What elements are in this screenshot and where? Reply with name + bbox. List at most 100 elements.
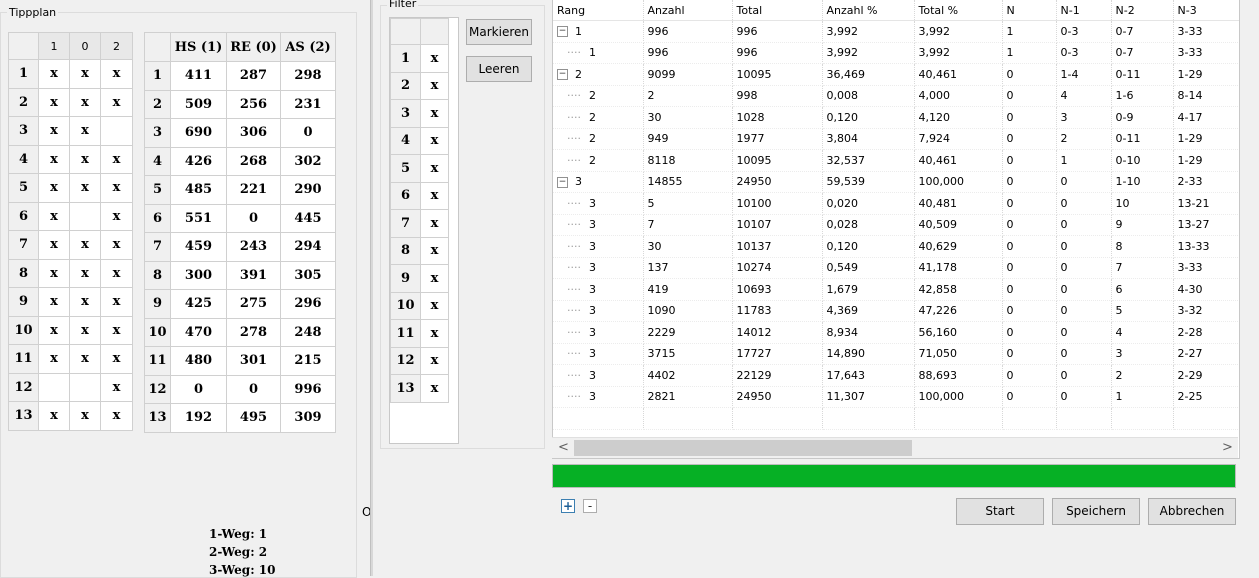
tree-child-row[interactable]: ···· 2 8118 10095 32,537 40,461 0 1 0-10 1-29 — [553, 149, 1239, 172]
tippplan-cell[interactable]: x — [100, 59, 133, 89]
collapse-node-icon[interactable]: − — [557, 69, 568, 81]
tree-child-row[interactable]: ···· 3 30 10137 0,120 40,629 0 0 8 13-33 — [553, 235, 1239, 258]
filter-cell[interactable]: x — [420, 181, 449, 210]
tippplan-cell[interactable]: x — [100, 173, 133, 203]
filter-cell[interactable]: x — [420, 99, 449, 128]
tree-child-row[interactable]: ···· 3 7 10107 0,028 40,509 0 0 9 13-27 — [553, 214, 1239, 236]
tippplan-cell[interactable]: x — [38, 344, 70, 374]
tippplan-cell[interactable] — [100, 116, 133, 146]
filter-cell[interactable]: x — [420, 236, 449, 265]
filter-cell[interactable]: x — [420, 346, 449, 375]
collapse-all-button[interactable]: - — [583, 499, 597, 513]
tippplan-cell[interactable]: x — [69, 258, 101, 288]
tree-column-header[interactable]: N-3 — [1173, 0, 1239, 21]
collapse-node-icon[interactable]: − — [557, 26, 568, 38]
collapse-node-icon[interactable]: − — [557, 176, 568, 188]
tree-child-row[interactable]: ···· 2 949 1977 3,804 7,924 0 2 0-11 1-29 — [553, 128, 1239, 150]
tippplan-cell[interactable]: x — [100, 87, 133, 117]
tree-node-label: 3 — [589, 282, 596, 296]
results-tree[interactable]: Rang Anzahl Total Anzahl % Total % N N-1 N-2 N-3… — [552, 0, 1240, 459]
tippplan-cell[interactable]: x — [100, 144, 133, 174]
tippplan-cell[interactable]: x — [38, 144, 70, 174]
tippplan-cell[interactable]: x — [69, 230, 101, 260]
filter-cell[interactable]: x — [420, 209, 449, 238]
tippplan-cell[interactable]: x — [38, 87, 70, 117]
tippplan-cell[interactable]: x — [38, 258, 70, 288]
tippplan-cell[interactable]: x — [69, 59, 101, 89]
tippplan-cell[interactable]: x — [38, 315, 70, 345]
tree-child-row[interactable]: ···· 3 2821 24950 11,307 100,000 0 0 1 2-25 — [553, 386, 1239, 408]
tree-child-row[interactable]: ···· 2 2 998 0,008 4,000 0 4 1-6 8-14 — [553, 85, 1239, 107]
filter-cell[interactable]: x — [420, 154, 449, 183]
filter-cell[interactable]: x — [420, 319, 449, 348]
scroll-thumb[interactable] — [574, 440, 912, 456]
tippplan-cell[interactable]: x — [69, 87, 101, 117]
tree-column-header[interactable]: Anzahl — [643, 0, 733, 21]
progress-bar — [552, 464, 1236, 488]
tree-child-row[interactable]: ···· 3 419 10693 1,679 42,858 0 0 6 4-30 — [553, 278, 1239, 301]
tree-group-row[interactable]: −3 14855 24950 59,539 100,000 0 0 1-10 2-33 — [553, 171, 1239, 193]
tippplan-cell[interactable]: x — [69, 173, 101, 203]
abbrechen-button[interactable]: Abbrechen — [1148, 498, 1236, 525]
tippplan-cell[interactable]: x — [38, 201, 70, 231]
tree-child-row[interactable]: ···· 3 4402 22129 17,643 88,693 0 0 2 2-29 — [553, 364, 1239, 387]
tree-group-row[interactable]: −2 9099 10095 36,469 40,461 0 1-4 0-11 1-29 — [553, 63, 1239, 86]
horizontal-scrollbar[interactable]: < > — [552, 437, 1238, 458]
tippplan-cell[interactable] — [69, 372, 101, 402]
filter-cell[interactable]: x — [420, 291, 449, 320]
tree-cell: 3-33 — [1173, 20, 1239, 43]
tippplan-cell[interactable]: x — [100, 230, 133, 260]
filter-cell[interactable]: x — [420, 126, 449, 155]
tree-column-header[interactable]: Total % — [914, 0, 1003, 21]
tippplan-cell[interactable]: x — [100, 401, 133, 431]
tippplan-cell[interactable]: x — [38, 287, 70, 317]
tippplan-cell[interactable]: x — [38, 230, 70, 260]
scroll-left-arrow[interactable]: < — [558, 440, 569, 455]
leeren-button[interactable]: Leeren — [466, 56, 532, 82]
tree-child-row[interactable]: ···· 2 30 1028 0,120 4,120 0 3 0-9 4-17 — [553, 106, 1239, 129]
tippplan-cell[interactable]: x — [100, 287, 133, 317]
tree-child-row[interactable]: ···· 3 3715 17727 14,890 71,050 0 0 3 2-27 — [553, 343, 1239, 365]
filter-cell[interactable]: x — [420, 374, 449, 403]
tippplan-cell[interactable]: x — [100, 258, 133, 288]
filter-cell[interactable]: x — [420, 264, 449, 293]
tree-child-row[interactable]: ···· 3 1090 11783 4,369 47,226 0 0 5 3-32 — [553, 300, 1239, 322]
stats-cell: 470 — [170, 317, 227, 347]
tippplan-cell[interactable]: x — [100, 372, 133, 402]
tippplan-cell[interactable]: x — [38, 59, 70, 89]
tippplan-cell[interactable] — [38, 372, 70, 402]
tippplan-cell[interactable]: x — [69, 287, 101, 317]
tree-child-row[interactable]: ···· 3 137 10274 0,549 41,178 0 0 7 3-33 — [553, 257, 1239, 279]
tree-group-row[interactable]: −1 996 996 3,992 3,992 1 0-3 0-7 3-33 — [553, 20, 1239, 43]
tree-column-header[interactable]: Anzahl % — [822, 0, 915, 21]
start-button[interactable]: Start — [956, 498, 1044, 525]
tippplan-cell[interactable]: x — [38, 116, 70, 146]
filter-cell[interactable]: x — [420, 44, 449, 73]
tippplan-cell[interactable] — [69, 201, 101, 231]
expand-all-button[interactable]: + — [561, 499, 575, 513]
tippplan-cell[interactable]: x — [100, 201, 133, 231]
tippplan-cell[interactable]: x — [69, 116, 101, 146]
scroll-right-arrow[interactable]: > — [1222, 440, 1233, 455]
tippplan-cell[interactable]: x — [69, 344, 101, 374]
tippplan-cell[interactable]: x — [38, 401, 70, 431]
tree-child-row[interactable]: ···· 1 996 996 3,992 3,992 1 0-3 0-7 3-33 — [553, 42, 1239, 64]
tree-column-header[interactable]: N-2 — [1111, 0, 1174, 21]
tree-column-header[interactable]: Total — [732, 0, 823, 21]
tippplan-cell[interactable]: x — [69, 401, 101, 431]
tippplan-cell[interactable]: x — [100, 344, 133, 374]
tree-cell: 3-33 — [1173, 42, 1239, 64]
speichern-button[interactable]: Speichern — [1052, 498, 1140, 525]
filter-cell[interactable]: x — [420, 71, 449, 100]
tree-column-header[interactable]: N — [1002, 0, 1057, 21]
markieren-button[interactable]: Markieren — [466, 19, 532, 45]
tippplan-cell[interactable]: x — [38, 173, 70, 203]
tippplan-cell[interactable]: x — [100, 315, 133, 345]
tree-cell: 0 — [1056, 257, 1112, 279]
tree-child-row[interactable]: ···· 3 5 10100 0,020 40,481 0 0 10 13-21 — [553, 192, 1239, 215]
tree-column-header[interactable]: Rang — [553, 0, 644, 21]
tippplan-cell[interactable]: x — [69, 315, 101, 345]
tree-child-row[interactable]: ···· 3 2229 14012 8,934 56,160 0 0 4 2-28 — [553, 321, 1239, 344]
tree-column-header[interactable]: N-1 — [1056, 0, 1112, 21]
tippplan-cell[interactable]: x — [69, 144, 101, 174]
